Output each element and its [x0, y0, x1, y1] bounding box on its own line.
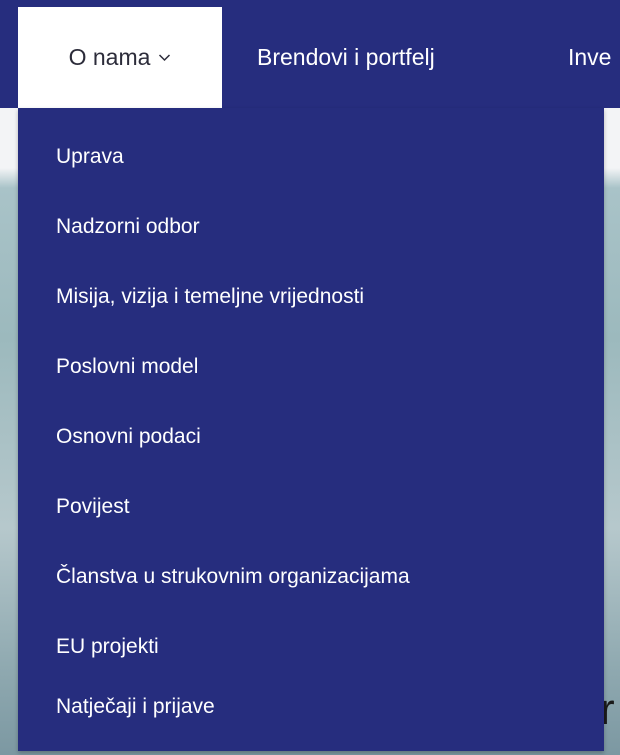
- menu-item-eu-projekti[interactable]: EU projekti: [56, 634, 159, 660]
- menu-item-clanstva[interactable]: Članstva u strukovnim organizacijama: [56, 564, 410, 590]
- menu-item-osnovni-podaci[interactable]: Osnovni podaci: [56, 424, 201, 450]
- about-dropdown-menu: Uprava Nadzorni odbor Misija, vizija i t…: [18, 108, 604, 751]
- main-navigation: O nama Brendovi i portfelj Inve: [0, 0, 620, 108]
- menu-item-povijest[interactable]: Povijest: [56, 494, 130, 520]
- menu-item-uprava[interactable]: Uprava: [56, 144, 124, 170]
- nav-item-label: O nama: [68, 44, 151, 70]
- nav-item-label: Brendovi i portfelj: [257, 44, 435, 70]
- menu-item-poslovni-model[interactable]: Poslovni model: [56, 354, 198, 380]
- nav-item-o-nama[interactable]: O nama: [18, 7, 222, 108]
- nav-item-investitori[interactable]: Inve: [568, 7, 620, 108]
- chevron-down-icon: [158, 53, 171, 62]
- menu-item-natjecaji-i-prijave[interactable]: Natječaji i prijave: [56, 694, 215, 720]
- menu-item-misija-vizija[interactable]: Misija, vizija i temeljne vrijednosti: [56, 284, 364, 310]
- nav-item-brendovi-i-portfelj[interactable]: Brendovi i portfelj: [257, 7, 435, 108]
- nav-item-label: Inve: [568, 44, 612, 70]
- menu-item-nadzorni-odbor[interactable]: Nadzorni odbor: [56, 214, 200, 240]
